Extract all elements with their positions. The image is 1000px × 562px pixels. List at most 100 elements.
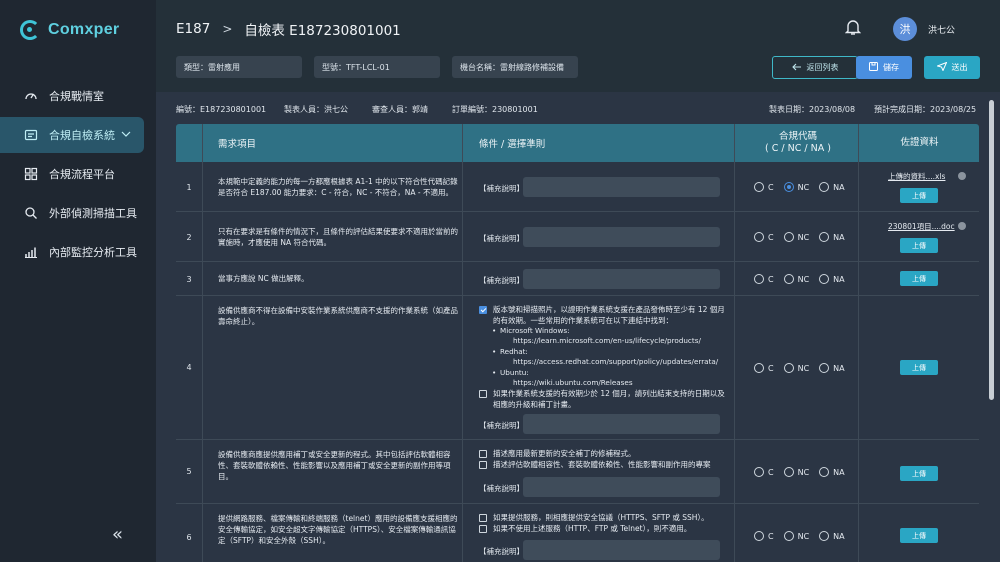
os-bullet-url[interactable]: https://learn.microsoft.com/en-us/lifecy… — [513, 336, 701, 347]
table-row: 6 提供網路服務、檔案傳輸和終端服務（telnet）應用的設備應支援相應的安全傳… — [176, 504, 979, 562]
upload-button[interactable]: 上傳 — [900, 238, 938, 253]
chevron-right-icon: > — [222, 22, 233, 36]
breadcrumb-root[interactable]: E187 — [176, 21, 210, 37]
checkbox[interactable] — [479, 461, 487, 469]
supplement-input[interactable] — [523, 540, 720, 560]
radio-c[interactable]: C — [754, 182, 774, 192]
avatar[interactable]: 洪 — [893, 17, 917, 41]
radio-na-circle — [819, 531, 830, 541]
radio-c[interactable]: C — [754, 274, 774, 284]
radio-c-label: C — [768, 274, 774, 284]
bullet-dot: • — [492, 326, 497, 335]
bullet-dot: • — [492, 347, 497, 356]
radio-nc-label: NC — [797, 182, 810, 192]
sidebar-item-label: 合規自檢系統 — [49, 129, 115, 142]
row-number: 4 — [186, 363, 192, 372]
username[interactable]: 洪七公 — [928, 23, 955, 36]
radio-nc[interactable]: NC — [783, 467, 809, 477]
radio-c-circle — [754, 467, 764, 477]
back-to-list-button[interactable]: 返回列表 — [772, 56, 858, 79]
os-bullet-url[interactable]: https://wiki.ubuntu.com/Releases — [513, 378, 633, 389]
compliance-radio-group: C NC NA — [754, 232, 855, 242]
header-compliance-code: 合規代碼 ( C / NC / NA ) — [736, 124, 860, 162]
sidebar-item-internal-monitor[interactable]: 內部監控分析工具 — [0, 234, 156, 270]
checkbox[interactable] — [479, 450, 487, 458]
radio-nc[interactable]: NC — [783, 363, 809, 373]
checkbox-text: 如果不使用上述服務（HTTP、FTP 或 Telnet），則不適用。 — [493, 524, 692, 533]
sidebar-item-self-check[interactable]: 合規自檢系統 — [0, 117, 144, 153]
checkbox-item[interactable]: 版本號和掃描照片，以證明作業系統支援在產品發佈時至少有 12 個月 的有效期。一… — [479, 305, 725, 326]
filter-model[interactable]: 型號：TFT-LCL-01 — [314, 56, 440, 78]
supplement-input[interactable] — [523, 269, 720, 289]
radio-nc[interactable]: NC — [783, 232, 809, 242]
upload-button[interactable]: 上傳 — [900, 271, 938, 286]
radio-nc[interactable]: NC — [783, 182, 810, 192]
bell-icon[interactable] — [844, 18, 862, 36]
checkbox[interactable] — [479, 525, 487, 533]
checkbox-checked[interactable] — [479, 306, 487, 314]
radio-c[interactable]: C — [754, 467, 774, 477]
checkbox-item[interactable]: 描述評估軟體相容性、套裝軟體依賴性、性能影響和副作用的專案 — [479, 460, 711, 471]
radio-na[interactable]: NA — [819, 182, 845, 192]
sidebar-item-dashboard[interactable]: 合規戰情室 — [0, 78, 156, 114]
radio-c[interactable]: C — [754, 363, 774, 373]
checkbox[interactable] — [479, 514, 487, 522]
checkbox-text: 版本號和掃描照片，以證明作業系統支援在產品發佈時至少有 12 個月 的有效期。一… — [493, 305, 725, 326]
sidebar-item-process[interactable]: 合規流程平台 — [0, 156, 156, 192]
radio-c-label: C — [768, 363, 774, 373]
send-button[interactable]: 送出 — [924, 56, 980, 79]
save-icon — [869, 62, 878, 73]
sidebar-item-external-scan[interactable]: 外部偵測掃描工具 — [0, 195, 156, 231]
radio-na[interactable]: NA — [819, 363, 845, 373]
uploaded-file-link[interactable]: 上傳的資料....xls — [888, 171, 945, 182]
meta-due-date: 預計完成日期：2023/08/25 — [874, 105, 977, 114]
upload-button[interactable]: 上傳 — [900, 466, 938, 481]
meta-code: 編號：E187230801001 — [176, 105, 267, 114]
save-button[interactable]: 儲存 — [856, 56, 912, 79]
radio-na[interactable]: NA — [819, 467, 845, 477]
upload-button[interactable]: 上傳 — [900, 528, 938, 543]
checkbox-text: 如果提供服務，則相應提供安全協議（HTTPS、SFTP 或 SSH）。 — [493, 513, 709, 522]
checkbox-text: 描述應用最新更新的安全補丁的修補程式。 — [493, 449, 636, 458]
uploaded-file-link[interactable]: 230801項目....doc — [888, 221, 955, 232]
filter-type[interactable]: 類型：雷射應用 — [176, 56, 302, 78]
requirement-text: 設備供應商不得在設備中安裝作業系統供應商不支援的作業系統（如產品壽命終止）。 — [218, 306, 458, 326]
supplement-input[interactable] — [523, 477, 720, 497]
upload-button[interactable]: 上傳 — [900, 360, 938, 375]
checkbox-item[interactable]: 如果作業系統支援的有效期少於 12 個月，請列出結束支持的日期以及 相應的升級和… — [479, 389, 725, 410]
os-bullet-url[interactable]: https://access.redhat.com/support/policy… — [513, 357, 718, 368]
radio-nc-circle — [783, 274, 794, 284]
collapse-sidebar-icon[interactable]: « — [112, 524, 123, 545]
supplement-input[interactable] — [523, 227, 720, 247]
scrollbar[interactable] — [989, 100, 994, 400]
remove-file-icon[interactable] — [958, 222, 966, 230]
radio-c-circle — [754, 232, 764, 242]
radio-c[interactable]: C — [754, 232, 774, 242]
filter-machine[interactable]: 機台名稱：雷射線路修補設備 — [452, 56, 578, 78]
radio-nc-label: NC — [797, 274, 810, 284]
table-row: 2 只有在要求是有條件的情況下，且條件的評估結果使要求不適用於當前的實施時，才應… — [176, 212, 979, 262]
checkbox-text-line: 如果作業系統支援的有效期少於 12 個月，請列出結束支持的日期以及 — [493, 389, 725, 398]
radio-na[interactable]: NA — [819, 274, 845, 284]
supplement-input[interactable] — [523, 177, 720, 197]
checkbox[interactable] — [479, 390, 487, 398]
supplement-label: 【補充說明】 — [479, 547, 524, 556]
upload-button[interactable]: 上傳 — [900, 188, 938, 203]
radio-c[interactable]: C — [754, 531, 774, 541]
row-number: 1 — [186, 183, 192, 192]
radio-nc[interactable]: NC — [783, 274, 810, 284]
table-row: 3 當事方應說 NC 做出解釋。 【補充說明】 C NC NA 上傳 — [176, 262, 979, 296]
supplement-input[interactable] — [523, 414, 720, 434]
remove-file-icon[interactable] — [958, 172, 966, 180]
radio-na[interactable]: NA — [819, 531, 845, 541]
app-logo[interactable]: Comxper — [20, 20, 119, 40]
radio-na[interactable]: NA — [819, 232, 845, 242]
checkbox-item[interactable]: 如果提供服務，則相應提供安全協議（HTTPS、SFTP 或 SSH）。 — [479, 513, 709, 524]
arrow-left-icon — [791, 63, 802, 73]
radio-na-label: NA — [833, 182, 845, 192]
checkbox-item[interactable]: 描述應用最新更新的安全補丁的修補程式。 — [479, 449, 636, 460]
radio-nc[interactable]: NC — [783, 531, 809, 541]
search-icon — [24, 206, 38, 220]
checkbox-item[interactable]: 如果不使用上述服務（HTTP、FTP 或 Telnet），則不適用。 — [479, 524, 691, 535]
radio-c-circle — [754, 182, 764, 192]
